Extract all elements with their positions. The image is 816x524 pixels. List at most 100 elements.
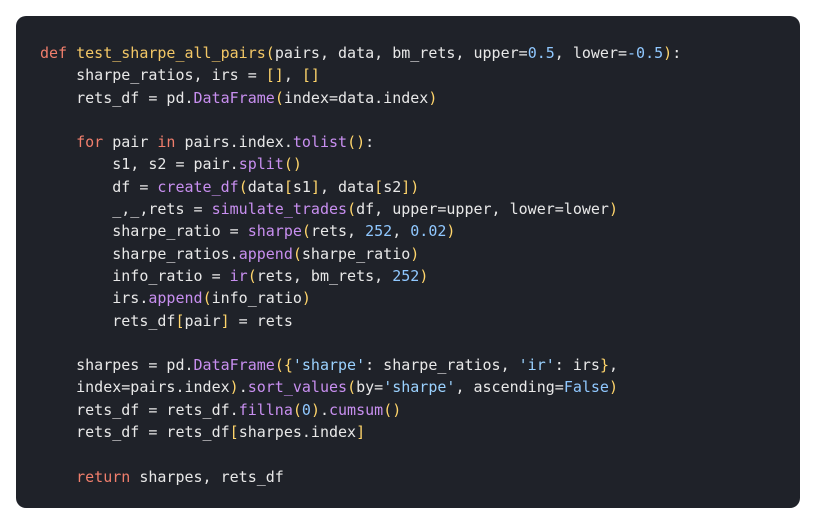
- code-token: (: [347, 200, 357, 219]
- code-token: ): [428, 88, 438, 107]
- code-token: ,: [608, 356, 618, 375]
- code-token: sharpe_ratio: [301, 244, 411, 263]
- code-token: split: [238, 155, 284, 174]
- code-line: df = create_df(data[s1], data[s2]): [40, 176, 800, 198]
- code-token: .: [238, 378, 248, 397]
- code-text[interactable]: def test_sharpe_all_pairs(pairs, data, b…: [40, 42, 800, 488]
- code-token: sharpe_ratio =: [40, 222, 248, 241]
- code-token: ,: [392, 222, 411, 241]
- code-token: s1, s2 = pair.: [40, 155, 239, 174]
- code-token: index=data.index: [283, 88, 429, 107]
- code-token: ): [301, 289, 311, 308]
- code-token: (): [347, 133, 366, 152]
- code-token: sort_values: [247, 378, 348, 397]
- code-token: (: [347, 378, 357, 397]
- code-token: data: [247, 177, 284, 196]
- code-token: 'sharpe': [383, 378, 456, 397]
- code-token: False: [563, 378, 609, 397]
- code-token: df, upper=upper, lower=lower: [356, 200, 609, 219]
- code-token: sharpe_ratios, irs =: [40, 66, 266, 85]
- code-line: sharpe_ratio = sharpe(rets, 252, 0.02): [40, 220, 800, 242]
- code-token: (: [202, 289, 212, 308]
- code-token: []: [265, 66, 284, 85]
- code-token: [: [229, 423, 239, 442]
- code-token: sharpe_ratios.: [40, 244, 239, 263]
- code-line: for pair in pairs.index.tolist():: [40, 131, 800, 153]
- code-token: s2: [383, 177, 402, 196]
- code-token: (: [274, 88, 284, 107]
- code-block: def test_sharpe_all_pairs(pairs, data, b…: [16, 16, 800, 508]
- code-token: ]: [220, 311, 230, 330]
- code-token: = rets: [229, 311, 293, 330]
- code-line: index=pairs.index).sort_values(by='sharp…: [40, 376, 800, 398]
- code-line: sharpe_ratios.append(sharpe_ratio): [40, 243, 800, 265]
- code-token: [: [374, 177, 384, 196]
- code-token: , lower=: [554, 44, 628, 62]
- code-token: for: [76, 133, 104, 152]
- code-token: [: [175, 311, 185, 330]
- code-token: }: [599, 356, 609, 375]
- code-token: :: [672, 44, 682, 62]
- code-token: test_sharpe_all_pairs: [76, 44, 266, 62]
- code-token: cumsum: [329, 400, 384, 419]
- code-token: : irs: [554, 356, 600, 375]
- code-token: 'ir': [518, 356, 555, 375]
- code-line: rets_df = rets_df.fillna(0).cumsum(): [40, 399, 800, 421]
- code-token: ): [608, 378, 618, 397]
- code-token: ,: [283, 66, 302, 85]
- code-token: fillna: [238, 400, 293, 419]
- code-token: append: [238, 244, 293, 263]
- code-token: _,_,rets =: [40, 200, 212, 219]
- code-token: info_ratio =: [40, 266, 230, 285]
- code-token: return: [76, 467, 131, 486]
- code-token: []: [301, 66, 320, 85]
- code-token: :: [365, 133, 375, 152]
- code-token: ir: [229, 266, 248, 285]
- code-token: create_df: [157, 177, 239, 196]
- code-token: , ascending=: [455, 378, 564, 397]
- code-token: info_ratio: [211, 289, 302, 308]
- code-line: info_ratio = ir(rets, bm_rets, 252): [40, 265, 800, 287]
- code-token: : sharpe_ratios,: [365, 356, 519, 375]
- code-token: ]: [310, 177, 320, 196]
- code-token: (): [283, 155, 302, 174]
- code-token: .: [319, 400, 329, 419]
- code-token: rets,: [310, 222, 366, 241]
- code-token: ): [663, 44, 673, 62]
- code-line: return sharpes, rets_df: [40, 466, 800, 488]
- code-token: , data: [319, 177, 375, 196]
- code-line: _,_,rets = simulate_trades(df, upper=upp…: [40, 198, 800, 220]
- code-token: DataFrame: [193, 356, 275, 375]
- code-line: rets_df[pair] = rets: [40, 310, 800, 332]
- code-token: sharpes.index: [238, 423, 357, 442]
- code-token: (: [238, 177, 248, 196]
- code-token: ): [310, 400, 320, 419]
- code-token: s1: [292, 177, 311, 196]
- code-token: tolist: [292, 133, 348, 152]
- code-token: pairs, data, bm_rets, upper=: [274, 44, 528, 62]
- code-token: ): [608, 200, 618, 219]
- code-token: 252: [392, 266, 420, 285]
- code-token: ): [419, 266, 429, 285]
- code-token: [: [283, 177, 293, 196]
- code-token: -0.5: [627, 44, 664, 62]
- code-token: 252: [365, 222, 393, 241]
- code-token: rets_df = pd.: [40, 88, 194, 107]
- code-line: sharpes = pd.DataFrame({'sharpe': sharpe…: [40, 354, 800, 376]
- code-token: rets_df = rets_df: [40, 423, 230, 442]
- code-line: irs.append(info_ratio): [40, 287, 800, 309]
- code-token: 0.5: [527, 44, 555, 62]
- code-token: (: [265, 44, 275, 62]
- code-token: in: [157, 133, 176, 152]
- code-token: ]: [401, 177, 411, 196]
- code-token: DataFrame: [193, 88, 275, 107]
- code-token: (): [383, 400, 402, 419]
- code-token: pair: [103, 133, 158, 152]
- code-line: rets_df = rets_df[sharpes.index]: [40, 421, 800, 443]
- code-token: rets_df = rets_df.: [40, 400, 239, 419]
- code-token: pair: [184, 311, 221, 330]
